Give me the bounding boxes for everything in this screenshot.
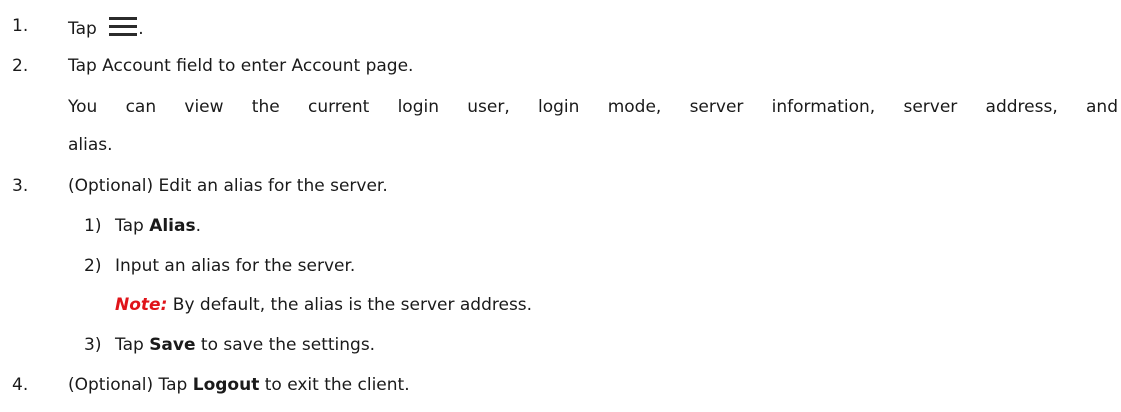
note-text: By default, the alias is the server addr… [167, 295, 533, 315]
save-term: Save [149, 335, 196, 355]
logout-term: Logout [192, 375, 260, 395]
step-4-suffix: to exit the client. [259, 375, 410, 395]
step-1-period: . [138, 19, 144, 39]
substep-2-text: Input an alias for the server. [115, 256, 356, 276]
substep-1-prefix: Tap [115, 216, 150, 236]
note: Note: By default, the alias is the serve… [115, 295, 532, 315]
step-1-text: Tap . [68, 16, 144, 39]
step-4-text: (Optional) Tap Logout to exit the client… [68, 375, 410, 395]
substep-3-text: Tap Save to save the settings. [115, 335, 375, 355]
substep-1-number: 1) [84, 216, 102, 236]
substep-1-suffix: . [195, 216, 201, 236]
instruction-document: 1. Tap . 2. Tap Account field to enter A… [0, 0, 1121, 412]
substep-1-text: Tap Alias. [115, 216, 201, 236]
step-3-text: (Optional) Edit an alias for the server. [68, 176, 388, 196]
substep-3-suffix: to save the settings. [195, 335, 376, 355]
note-label: Note: [115, 295, 168, 315]
step-4-number: 4. [12, 375, 29, 395]
substep-3-prefix: Tap [115, 335, 150, 355]
step-2-number: 2. [12, 56, 29, 76]
step-1-number: 1. [12, 16, 29, 36]
step-2-text: Tap Account field to enter Account page. [68, 56, 414, 76]
alias-term: Alias [149, 216, 196, 236]
step-2-description-line-2: alias. [68, 135, 113, 155]
menu-icon [109, 17, 138, 36]
step-2-description-line-1: You can view the current login user, log… [68, 97, 1118, 117]
step-4-prefix: (Optional) Tap [68, 375, 193, 395]
substep-2-number: 2) [84, 256, 102, 276]
step-3-number: 3. [12, 176, 29, 196]
substep-3-number: 3) [84, 335, 102, 355]
step-1-label: Tap [68, 19, 97, 39]
